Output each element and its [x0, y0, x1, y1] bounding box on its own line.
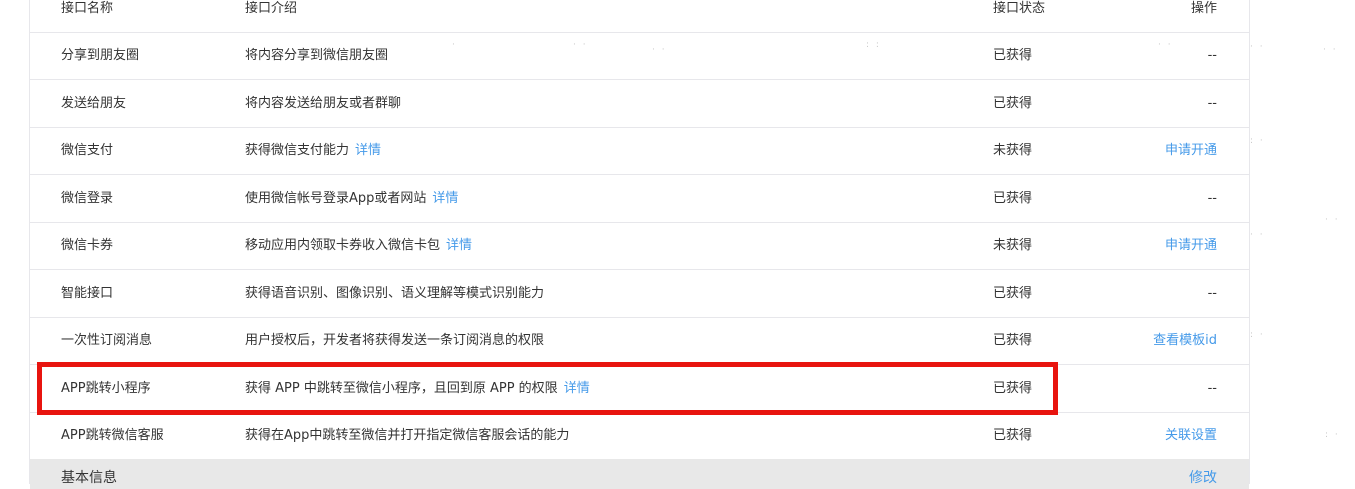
decorative-dots: · · [1250, 230, 1265, 240]
decorative-dots: · · [1323, 45, 1338, 55]
interface-description: 获得微信支付能力 详情 [245, 127, 381, 174]
description-text: 获得微信支付能力 [245, 143, 350, 158]
interface-description: 获得 APP 中跳转至微信小程序，且回到原 APP 的权限 详情 [245, 365, 590, 412]
interface-status: 已获得 [993, 381, 1033, 396]
decorative-dots: : · [1250, 330, 1265, 340]
interface-name: 微信支付 [61, 143, 114, 158]
interface-permissions-panel: 接口名称 接口介绍 接口状态 操作 分享到朋友圈 将内容分享到微信朋友圈 已获得 --… [29, 0, 1250, 489]
operation-placeholder: -- [1207, 96, 1217, 111]
decorative-dots: · [452, 40, 457, 50]
operation-placeholder: -- [1207, 381, 1217, 396]
interface-name: 微信卡券 [61, 238, 114, 253]
basic-info-section-header: 基本信息 修改 [30, 459, 1249, 489]
interface-description: 获得在App中跳转至微信并打开指定微信客服会话的能力 [245, 412, 569, 459]
header-operation: 操作 [1190, 1, 1217, 16]
table-row: 发送给朋友 将内容发送给朋友或者群聊 已获得 -- [30, 80, 1249, 128]
header-interface-status: 接口状态 [993, 1, 1046, 16]
detail-link[interactable]: 详情 [355, 143, 381, 158]
decorative-dots: : : [866, 40, 881, 50]
detail-link[interactable]: 详情 [446, 238, 472, 253]
description-text: 移动应用内领取卡券收入微信卡包 [245, 238, 441, 253]
interface-name: 发送给朋友 [61, 96, 127, 111]
header-interface-name: 接口名称 [61, 1, 114, 16]
table-header: 接口名称 接口介绍 接口状态 操作 [30, 0, 1249, 33]
operation-placeholder: -- [1207, 286, 1217, 301]
table-row: 微信登录 使用微信帐号登录App或者网站 详情 已获得 -- [30, 175, 1249, 223]
table-row: 智能接口 获得语音识别、图像识别、语义理解等模式识别能力 已获得 -- [30, 270, 1249, 318]
operation-placeholder: -- [1207, 48, 1217, 63]
interface-status: 已获得 [993, 286, 1033, 301]
decorative-dots: : · [1250, 136, 1265, 146]
interface-description: 将内容发送给朋友或者群聊 [245, 80, 401, 127]
operation-link[interactable]: 申请开通 [1165, 222, 1217, 269]
operation-link[interactable]: 关联设置 [1165, 412, 1217, 459]
operation-link[interactable]: 查看模板id [1153, 317, 1217, 364]
decorative-dots: · · [1250, 42, 1265, 52]
description-text: 将内容分享到微信朋友圈 [245, 48, 389, 63]
decorative-dots: · · [1158, 40, 1173, 50]
table-row: 分享到朋友圈 将内容分享到微信朋友圈 已获得 -- [30, 32, 1249, 80]
interface-name: 智能接口 [61, 286, 114, 301]
interface-description: 使用微信帐号登录App或者网站 详情 [245, 175, 458, 222]
table-row: APP跳转小程序 获得 APP 中跳转至微信小程序，且回到原 APP 的权限 详情 已… [30, 365, 1249, 413]
decorative-dots: · · [573, 40, 588, 50]
description-text: 使用微信帐号登录App或者网站 [245, 191, 427, 206]
decorative-dots: : · [1325, 430, 1340, 440]
header-interface-desc: 接口介绍 [245, 1, 298, 16]
interface-name: APP跳转小程序 [61, 381, 151, 396]
interface-description: 获得语音识别、图像识别、语义理解等模式识别能力 [245, 270, 544, 317]
interface-name: 一次性订阅消息 [61, 333, 153, 348]
table-row: 一次性订阅消息 用户授权后，开发者将获得发送一条订阅消息的权限 已获得 查看模板id [30, 317, 1249, 365]
interface-name: APP跳转微信客服 [61, 428, 164, 443]
detail-link[interactable]: 详情 [564, 381, 590, 396]
interface-description: 用户授权后，开发者将获得发送一条订阅消息的权限 [245, 317, 544, 364]
interface-status: 已获得 [993, 191, 1033, 206]
interface-status: 已获得 [993, 96, 1033, 111]
operation-placeholder: -- [1207, 191, 1217, 206]
description-text: 用户授权后，开发者将获得发送一条订阅消息的权限 [245, 333, 545, 348]
description-text: 获得 APP 中跳转至微信小程序，且回到原 APP 的权限 [245, 381, 558, 396]
table-row: APP跳转微信客服 获得在App中跳转至微信并打开指定微信客服会话的能力 已获得 关联… [30, 412, 1249, 460]
description-text: 获得在App中跳转至微信并打开指定微信客服会话的能力 [245, 428, 570, 443]
interface-name: 分享到朋友圈 [61, 48, 140, 63]
interface-status: 未获得 [993, 238, 1033, 253]
operation-link[interactable]: 申请开通 [1165, 127, 1217, 174]
interface-status: 已获得 [993, 333, 1033, 348]
interface-description: 将内容分享到微信朋友圈 [245, 32, 388, 79]
interface-description: 移动应用内领取卡券收入微信卡包 详情 [245, 222, 472, 269]
interface-status: 已获得 [993, 48, 1033, 63]
edit-link[interactable]: 修改 [1189, 469, 1217, 487]
decorative-dots: · · [652, 45, 667, 55]
interface-status: 未获得 [993, 143, 1033, 158]
decorative-dots: · · [1325, 215, 1340, 225]
section-title: 基本信息 [61, 470, 117, 486]
interface-status: 已获得 [993, 428, 1033, 443]
interface-name: 微信登录 [61, 191, 114, 206]
description-text: 将内容发送给朋友或者群聊 [245, 96, 402, 111]
detail-link[interactable]: 详情 [432, 191, 458, 206]
description-text: 获得语音识别、图像识别、语义理解等模式识别能力 [245, 286, 545, 301]
table-row: 微信卡券 移动应用内领取卡券收入微信卡包 详情 未获得 申请开通 [30, 222, 1249, 270]
table-row: 微信支付 获得微信支付能力 详情 未获得 申请开通 [30, 127, 1249, 175]
